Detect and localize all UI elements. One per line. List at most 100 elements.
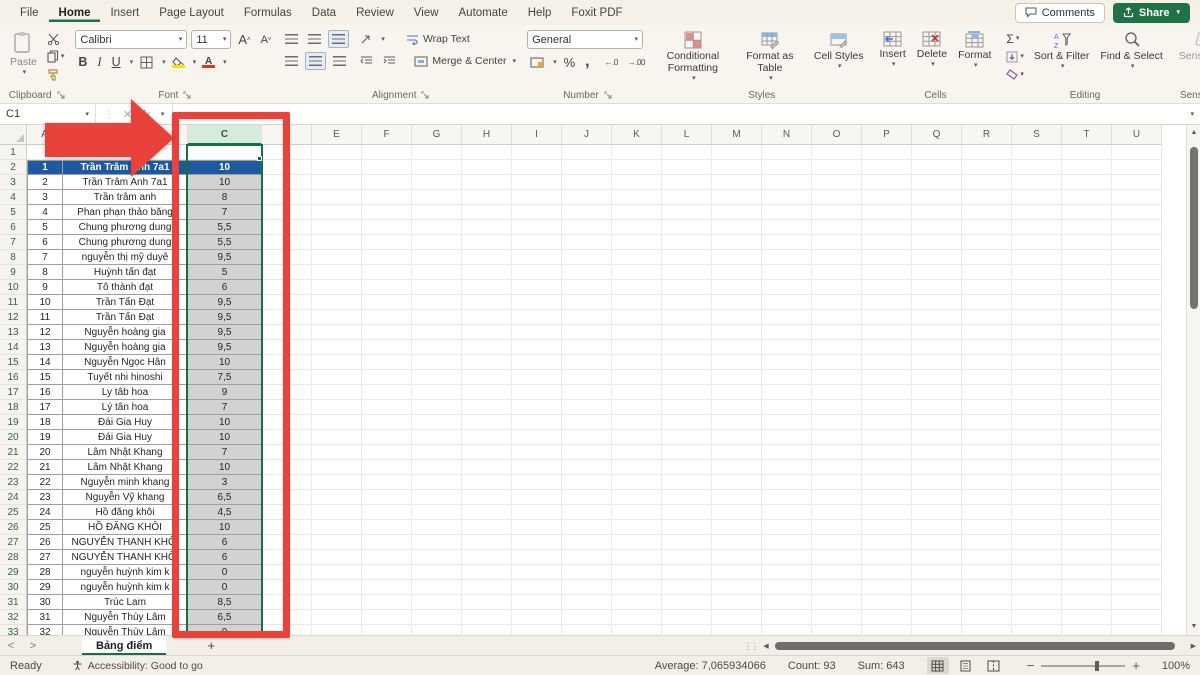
cell-L18[interactable] [662, 400, 712, 415]
cell-Q6[interactable] [912, 220, 962, 235]
cell-O17[interactable] [812, 385, 862, 400]
cell-S16[interactable] [1012, 370, 1062, 385]
cell-D28[interactable] [262, 550, 312, 565]
cell-L26[interactable] [662, 520, 712, 535]
cell-R22[interactable] [962, 460, 1012, 475]
orientation-icon[interactable] [357, 30, 375, 48]
scrollbar-grip-icon[interactable]: ⋮⋮ [743, 641, 757, 652]
cell-M12[interactable] [712, 310, 762, 325]
cell-L32[interactable] [662, 610, 712, 625]
cell-H11[interactable] [462, 295, 512, 310]
cell-G32[interactable] [412, 610, 462, 625]
cell-F12[interactable] [362, 310, 412, 325]
cell-L10[interactable] [662, 280, 712, 295]
cell-Q4[interactable] [912, 190, 962, 205]
cell-K4[interactable] [612, 190, 662, 205]
cell-D23[interactable] [262, 475, 312, 490]
cell-A19[interactable]: 18 [27, 415, 63, 430]
cell-H24[interactable] [462, 490, 512, 505]
cell-G31[interactable] [412, 595, 462, 610]
cell-M28[interactable] [712, 550, 762, 565]
cell-J18[interactable] [562, 400, 612, 415]
cell-S20[interactable] [1012, 430, 1062, 445]
cell-U11[interactable] [1112, 295, 1162, 310]
cell-T23[interactable] [1062, 475, 1112, 490]
cell-Q20[interactable] [912, 430, 962, 445]
cell-U1[interactable] [1112, 145, 1162, 160]
cell-A17[interactable]: 16 [27, 385, 63, 400]
cell-J6[interactable] [562, 220, 612, 235]
cell-B30[interactable]: nguyễn huỳnh kim k [63, 580, 188, 595]
cell-T29[interactable] [1062, 565, 1112, 580]
cell-R7[interactable] [962, 235, 1012, 250]
cell-T15[interactable] [1062, 355, 1112, 370]
cell-A25[interactable]: 24 [27, 505, 63, 520]
cell-O18[interactable] [812, 400, 862, 415]
cell-F4[interactable] [362, 190, 412, 205]
cell-N29[interactable] [762, 565, 812, 580]
cell-U27[interactable] [1112, 535, 1162, 550]
cell-J17[interactable] [562, 385, 612, 400]
cell-K33[interactable] [612, 625, 662, 635]
cell-M31[interactable] [712, 595, 762, 610]
cell-E9[interactable] [312, 265, 362, 280]
cell-G4[interactable] [412, 190, 462, 205]
cell-J12[interactable] [562, 310, 612, 325]
cell-D1[interactable] [262, 145, 312, 160]
cell-C8[interactable]: 9,5 [188, 250, 262, 265]
cell-U23[interactable] [1112, 475, 1162, 490]
cell-L22[interactable] [662, 460, 712, 475]
cell-T25[interactable] [1062, 505, 1112, 520]
cell-N15[interactable] [762, 355, 812, 370]
cell-E30[interactable] [312, 580, 362, 595]
cell-C12[interactable]: 9,5 [188, 310, 262, 325]
cell-S1[interactable] [1012, 145, 1062, 160]
cell-B26[interactable]: HỒ ĐĂNG KHÔI [63, 520, 188, 535]
cell-H33[interactable] [462, 625, 512, 635]
row-header-28[interactable]: 28 [0, 550, 27, 565]
cell-M5[interactable] [712, 205, 762, 220]
copy-icon[interactable]: ▾ [44, 49, 68, 64]
cell-N28[interactable] [762, 550, 812, 565]
cell-F33[interactable] [362, 625, 412, 635]
cell-H13[interactable] [462, 325, 512, 340]
cell-I31[interactable] [512, 595, 562, 610]
cell-S17[interactable] [1012, 385, 1062, 400]
cell-T28[interactable] [1062, 550, 1112, 565]
cell-T32[interactable] [1062, 610, 1112, 625]
sensitivity-button[interactable]: Sensitivity▾ [1175, 30, 1200, 71]
cell-S30[interactable] [1012, 580, 1062, 595]
normal-view-button[interactable] [927, 657, 949, 674]
align-right-icon[interactable] [330, 52, 349, 70]
cell-S6[interactable] [1012, 220, 1062, 235]
cell-A5[interactable]: 4 [27, 205, 63, 220]
cell-A10[interactable]: 9 [27, 280, 63, 295]
cell-E8[interactable] [312, 250, 362, 265]
ribbon-tab-insert[interactable]: Insert [100, 3, 149, 22]
cell-G10[interactable] [412, 280, 462, 295]
cell-M8[interactable] [712, 250, 762, 265]
cell-H17[interactable] [462, 385, 512, 400]
cell-L23[interactable] [662, 475, 712, 490]
cell-O29[interactable] [812, 565, 862, 580]
cell-T20[interactable] [1062, 430, 1112, 445]
cell-R2[interactable] [962, 160, 1012, 175]
cell-H4[interactable] [462, 190, 512, 205]
cell-P18[interactable] [862, 400, 912, 415]
cell-U5[interactable] [1112, 205, 1162, 220]
cell-E26[interactable] [312, 520, 362, 535]
cell-S28[interactable] [1012, 550, 1062, 565]
ribbon-tab-foxit-pdf[interactable]: Foxit PDF [561, 3, 632, 22]
cell-J27[interactable] [562, 535, 612, 550]
cell-D14[interactable] [262, 340, 312, 355]
cell-L6[interactable] [662, 220, 712, 235]
clear-icon[interactable]: ▾ [1003, 67, 1027, 82]
cell-Q15[interactable] [912, 355, 962, 370]
cell-J22[interactable] [562, 460, 612, 475]
cell-K7[interactable] [612, 235, 662, 250]
column-header-K[interactable]: K [612, 125, 662, 145]
cell-S19[interactable] [1012, 415, 1062, 430]
cell-H3[interactable] [462, 175, 512, 190]
cell-U31[interactable] [1112, 595, 1162, 610]
cell-M6[interactable] [712, 220, 762, 235]
